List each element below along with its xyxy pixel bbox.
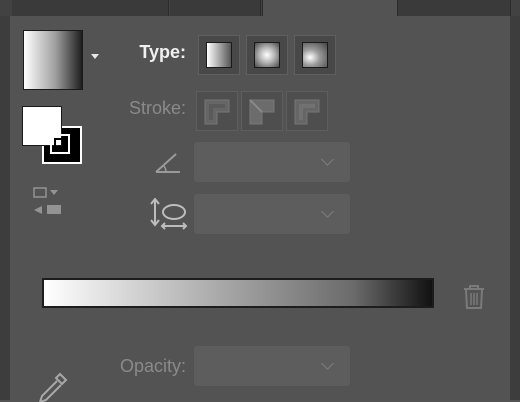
freeform-gradient-button[interactable] [294,35,336,75]
type-label: Type: [139,42,186,62]
stroke-across-icon [294,99,320,125]
gradient-swatch[interactable] [23,30,83,90]
opacity-label: Opacity: [119,356,186,376]
radial-gradient-icon [254,42,280,68]
aspect-ratio-dropdown[interactable] [194,194,350,234]
stroke-across-button[interactable] [286,91,328,131]
panel-frame-right [510,16,520,400]
tab-4[interactable] [398,0,511,16]
swap-gradient-icon[interactable] [32,186,64,216]
tab-1[interactable] [12,0,169,16]
stroke-within-button[interactable] [196,91,238,131]
tab-2[interactable] [170,0,261,16]
stroke-label: Stroke: [128,98,186,118]
swatch-caret-icon[interactable] [91,54,99,59]
chevron-down-icon [321,153,334,166]
panel-frame-left [0,16,10,400]
trash-icon[interactable] [461,284,487,310]
stroke-within-icon [204,99,230,125]
stroke-along-icon [249,99,275,125]
aspect-ratio-icon [150,198,188,230]
opacity-dropdown[interactable] [194,346,350,386]
eyedropper-icon[interactable] [36,372,70,402]
stroke-swatch-inner2 [54,138,68,152]
gradient-slider[interactable] [42,278,434,308]
linear-gradient-icon [206,42,232,68]
chevron-down-icon [321,357,334,370]
chevron-down-icon [321,205,334,218]
radial-gradient-button[interactable] [246,35,288,75]
angle-icon [155,153,180,173]
tab-gradient[interactable] [262,0,398,16]
linear-gradient-button[interactable] [198,35,240,75]
angle-dropdown[interactable] [194,142,350,182]
freeform-gradient-icon [302,42,328,68]
stroke-along-button[interactable] [241,91,283,131]
